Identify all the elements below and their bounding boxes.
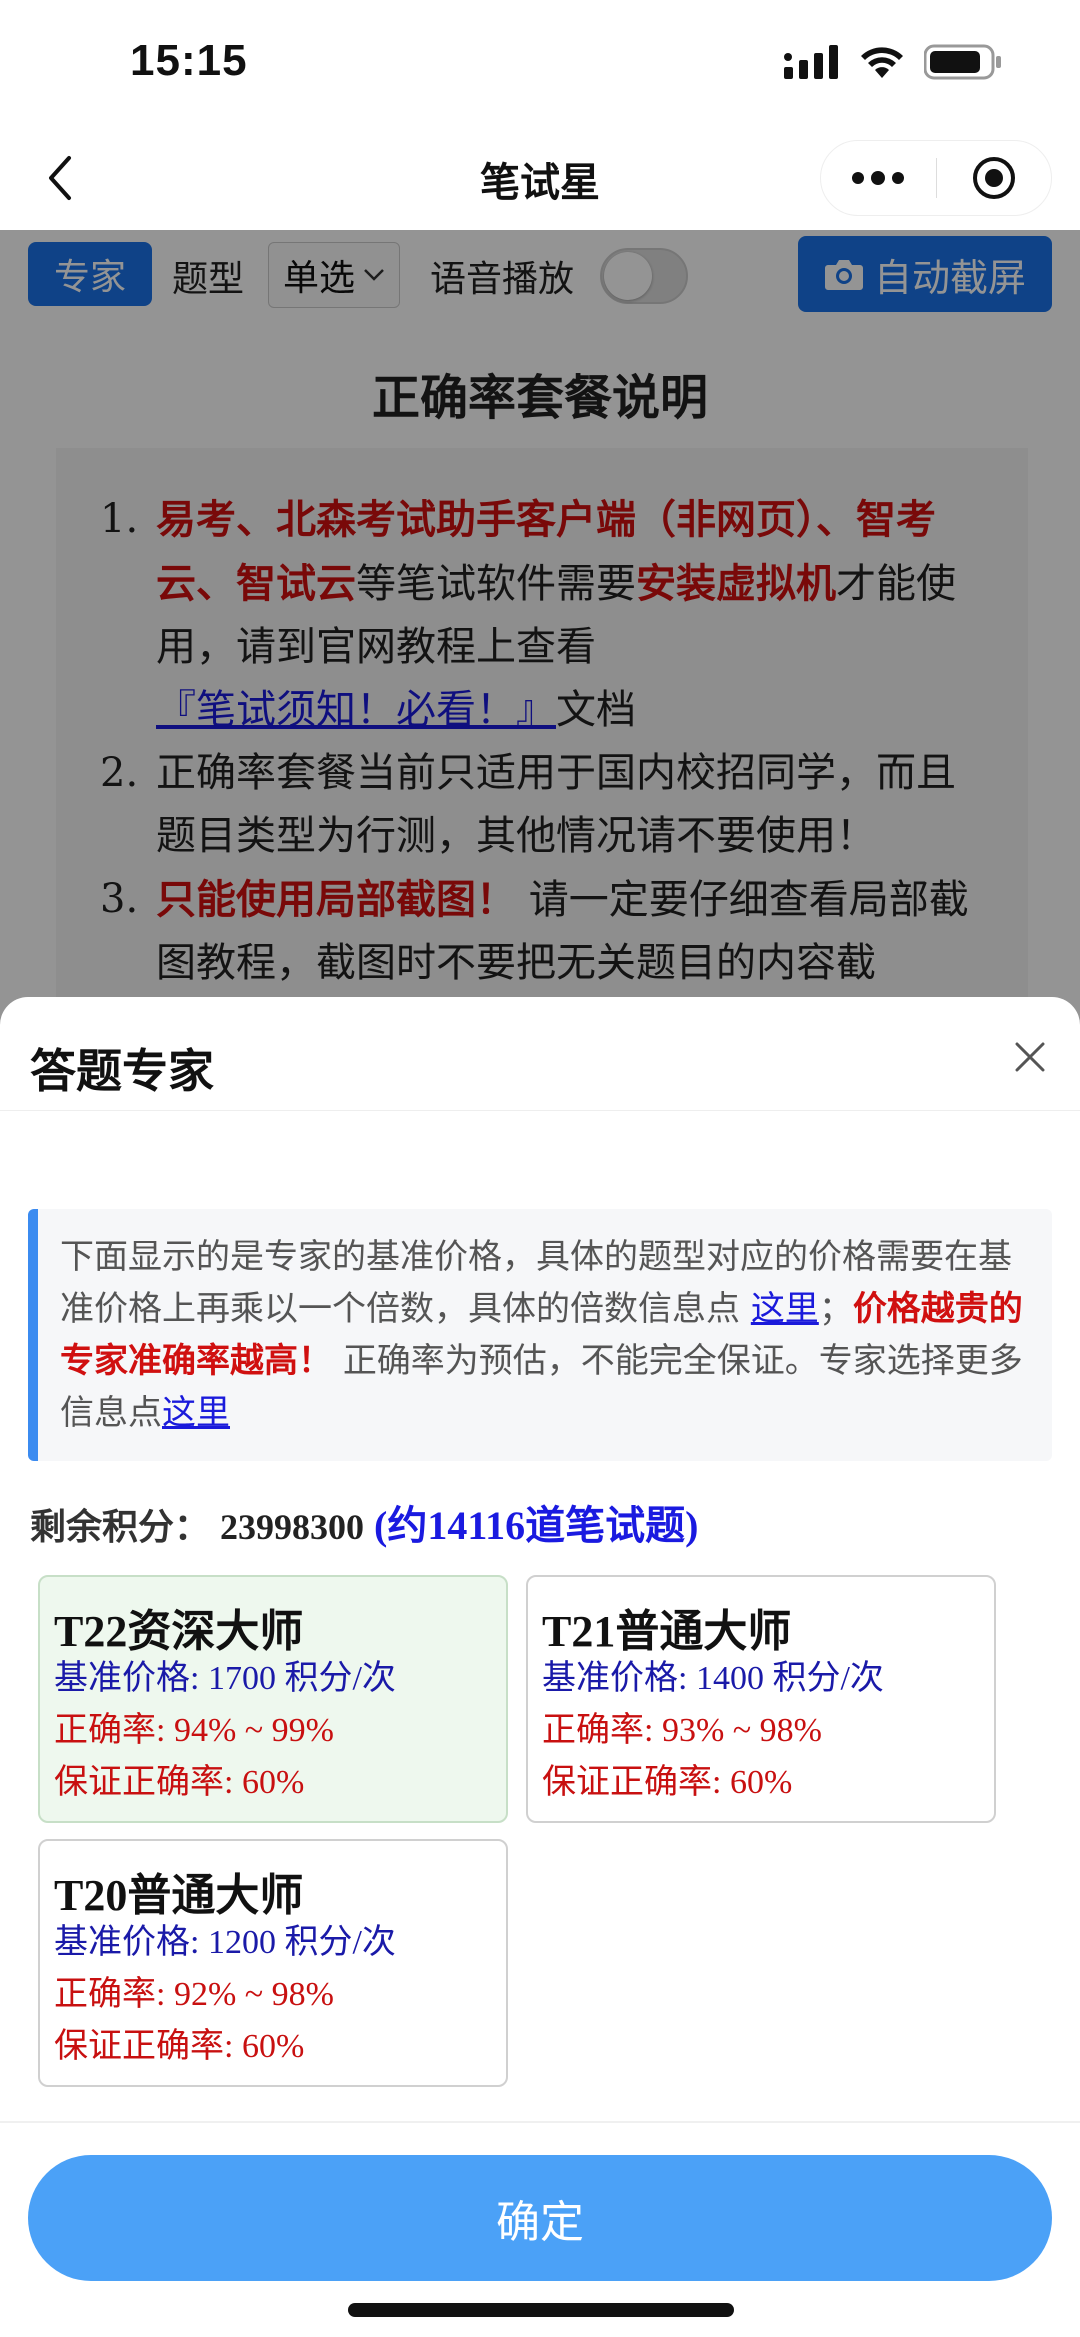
- multiplier-link[interactable]: 这里: [751, 1289, 819, 1329]
- points-estimate: (约14116道笔试题): [374, 1503, 699, 1548]
- status-bar: 15:15: [0, 0, 1080, 128]
- battery-icon: [924, 44, 1001, 80]
- expert-card-t20[interactable]: T20普通大师 基准价格: 1200 积分/次 正确率: 92% ~ 98% 保…: [38, 1839, 508, 2087]
- points-value: 23998300: [220, 1507, 365, 1547]
- expert-price: 基准价格: 1200 积分/次: [54, 1924, 396, 1961]
- expert-name: T20普通大师: [54, 1871, 304, 1920]
- expert-guarantee: 保证正确率: 60%: [54, 2028, 305, 2065]
- expert-guarantee: 保证正确率: 60%: [54, 1764, 305, 1801]
- more-button[interactable]: [821, 141, 936, 215]
- expert-guarantee: 保证正确率: 60%: [542, 1764, 793, 1801]
- notice-text: ；: [818, 1289, 853, 1329]
- sheet-header: 答题专家: [0, 997, 1080, 1111]
- more-info-link[interactable]: 这里: [162, 1393, 230, 1433]
- expert-name: T22资深大师: [54, 1607, 304, 1656]
- close-button[interactable]: [1006, 1033, 1054, 1081]
- expert-accuracy: 正确率: 92% ~ 98%: [54, 1976, 334, 2013]
- expert-accuracy: 正确率: 93% ~ 98%: [542, 1712, 822, 1749]
- home-indicator: [348, 2303, 734, 2317]
- close-icon: [1015, 1042, 1045, 1072]
- sheet-title: 答题专家: [30, 1044, 214, 1098]
- expert-sheet: 答题专家 下面显示的是专家的基准价格，具体的题型对应的价格需要在基准价格上再乘以…: [0, 997, 1080, 2337]
- expert-name: T21普通大师: [542, 1607, 792, 1656]
- footer-divider: [0, 2121, 1080, 2123]
- mini-program-capsule: [820, 140, 1052, 216]
- status-time: 15:15: [130, 36, 248, 85]
- signal-icon: [784, 45, 838, 79]
- expert-card-t21[interactable]: T21普通大师 基准价格: 1400 积分/次 正确率: 93% ~ 98% 保…: [526, 1575, 996, 1823]
- remaining-points: 剩余积分： 23998300 (约14116道笔试题): [30, 1493, 698, 1551]
- notice-box: 下面显示的是专家的基准价格，具体的题型对应的价格需要在基准价格上再乘以一个倍数，…: [28, 1209, 1052, 1461]
- expert-price: 基准价格: 1400 积分/次: [542, 1660, 884, 1697]
- expert-price: 基准价格: 1700 积分/次: [54, 1660, 396, 1697]
- expert-card-t22[interactable]: T22资深大师 基准价格: 1700 积分/次 正确率: 94% ~ 99% 保…: [38, 1575, 508, 1823]
- points-label: 剩余积分：: [30, 1506, 211, 1547]
- record-icon: [972, 157, 1015, 199]
- confirm-button[interactable]: 确定: [28, 2155, 1052, 2281]
- expert-accuracy: 正确率: 94% ~ 99%: [54, 1712, 334, 1749]
- wifi-icon: [861, 47, 903, 78]
- nav-bar: 笔试星: [0, 128, 1080, 230]
- status-icons: [784, 44, 1002, 80]
- more-icon: [852, 171, 905, 185]
- close-miniprogram-button[interactable]: [937, 141, 1052, 215]
